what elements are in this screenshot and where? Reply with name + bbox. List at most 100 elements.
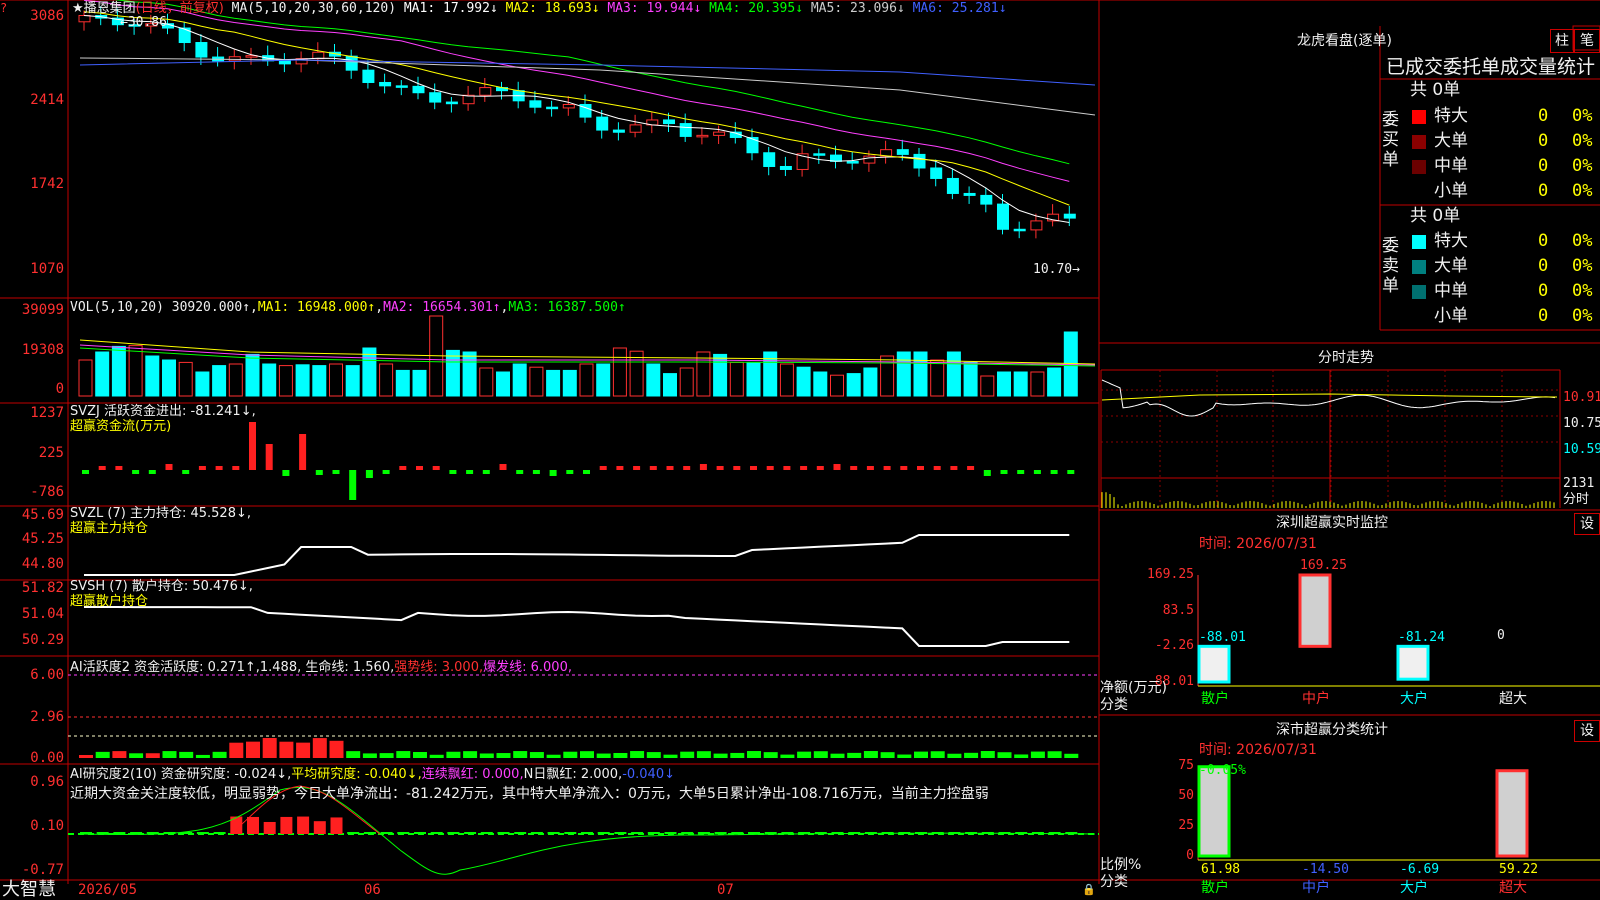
sz-stats-top-label: -0.05% — [1199, 763, 1246, 778]
svzj-bar — [733, 466, 741, 470]
candle-body — [763, 152, 776, 167]
volume-bar — [696, 351, 711, 397]
buy-name-0: 特大 — [1434, 106, 1468, 126]
candle-body — [713, 131, 726, 136]
svzj-bar — [766, 466, 774, 470]
svzj-bar — [967, 466, 975, 470]
sz-monitor-settings-button[interactable]: 设 — [1574, 513, 1600, 535]
svsh-sub: 超赢散户持仓 — [70, 594, 149, 609]
volume-bar — [546, 369, 561, 397]
vol-ma1: MA1: 16948.000↑ — [257, 300, 376, 315]
volume-bar — [128, 345, 143, 397]
ma-list: MA1: 17.992↓ MA2: 18.693↓ MA3: 19.944↓ M… — [404, 1, 1007, 16]
szm-bar-2 — [1396, 644, 1430, 681]
svzj-bar — [699, 464, 707, 470]
sell-value-3: 0 — [1538, 306, 1549, 326]
sz-stats-settings-button[interactable]: 设 — [1574, 720, 1600, 742]
tick-mode-button[interactable]: 笔 — [1574, 29, 1600, 53]
ai1-bar — [763, 752, 778, 758]
svzj-bar — [232, 466, 240, 470]
ai1-bar — [79, 755, 93, 758]
ai1-bar — [329, 740, 344, 758]
szs-cat-1: 中户 — [1302, 880, 1330, 896]
candle-body — [395, 85, 408, 88]
volume-bar — [445, 349, 460, 397]
volume-bar — [379, 363, 394, 397]
volume-bar — [78, 359, 93, 397]
volume-bar — [111, 345, 126, 397]
ai2-bar — [464, 832, 477, 834]
ai2-bar — [714, 832, 727, 834]
sell-value-1: 0 — [1538, 256, 1549, 276]
svzj-bar — [265, 444, 273, 470]
buy-swatch-1 — [1412, 135, 1426, 149]
ai1-bar — [446, 751, 461, 758]
ma-item-4: MA4: 20.395↓ — [701, 1, 804, 16]
ai1-bar — [847, 752, 862, 758]
szm-bar-1 — [1298, 573, 1332, 648]
lhb-tabs[interactable]: 已成交委托单成交量统计 — [1386, 56, 1595, 78]
lock-icon[interactable]: 🔒 — [1082, 882, 1096, 898]
ai2-bar — [213, 832, 226, 834]
svsh-axis-1: 51.04 — [21, 606, 64, 622]
low-note: 10.70→ — [1033, 262, 1080, 277]
volume-bar — [496, 371, 510, 397]
candle-body — [896, 149, 909, 155]
ai1-bar — [663, 754, 678, 758]
candle-body — [1063, 213, 1076, 219]
svzj-bar — [750, 466, 757, 470]
svsh-line — [84, 606, 1070, 647]
svzl-sub: 超赢主力持仓 — [70, 521, 149, 536]
ai1-bar — [463, 751, 478, 758]
ai1-bar — [880, 752, 895, 758]
buy-name-2: 中单 — [1434, 156, 1468, 176]
svzj-bar — [883, 466, 891, 470]
ai2-bar — [480, 832, 493, 834]
svzj-bar — [666, 466, 674, 470]
ai1-burst: 爆发线: 6.000, — [483, 660, 572, 675]
svzj-axis-1: 225 — [38, 445, 64, 461]
ai1-title: AI活跃度2 资金活跃度: 0.271↑,1.488, 生命线: 1.560, — [70, 660, 395, 675]
szs-cat-0: 散户 — [1201, 880, 1229, 896]
ai1-bar — [630, 751, 645, 758]
svzj-bar — [299, 434, 307, 470]
svzl-axis-0: 45.69 — [21, 507, 64, 523]
ai2-bar — [397, 832, 410, 834]
intraday-vol-label: 分时 — [1563, 492, 1590, 507]
svzj-bar — [549, 470, 557, 476]
candle-body — [479, 87, 492, 96]
buy-value-0: 0 — [1538, 106, 1549, 126]
sz-monitor-title: 深圳超赢实时监控 — [1276, 515, 1388, 531]
svzj-bar — [599, 466, 607, 470]
szs-axis-2: 25 — [1178, 818, 1194, 833]
volume-bar — [512, 363, 527, 397]
candle-body — [980, 194, 993, 205]
svzj-bar — [950, 466, 958, 470]
star-icon[interactable]: ★ — [72, 1, 84, 16]
ai1-axis-2: 0.00 — [30, 750, 64, 766]
ai1-bar — [312, 738, 327, 758]
svzj-bar — [432, 466, 440, 470]
ai1-bar — [596, 753, 611, 758]
ai1-bar — [813, 751, 828, 758]
volume-bar — [145, 355, 160, 397]
vol-axis-0: 39099 — [21, 302, 64, 318]
ai2-bar — [297, 816, 310, 834]
szs-value-0: 61.98 — [1201, 862, 1241, 877]
bar-mode-button[interactable]: 柱 — [1550, 29, 1574, 53]
volume-bar — [796, 366, 811, 397]
svzj-bar — [165, 464, 173, 470]
ai1-bar — [229, 742, 244, 758]
vol-ma2: MA2: 16654.301↑ — [383, 300, 501, 315]
ma-item-3: MA3: 19.944↓ — [599, 1, 702, 16]
ai1-axis-1: 2.96 — [30, 709, 64, 725]
szm-cat-0: 散户 — [1201, 691, 1229, 707]
szm-axis-0: 169.25 — [1147, 567, 1194, 582]
ai2-bar — [430, 832, 443, 834]
ai1-bar — [613, 752, 628, 758]
sz-stats-time: 时间: 2026/07/31 — [1199, 742, 1317, 758]
main-axis-2: 1742 — [30, 176, 64, 192]
buy-pct-0: 0% — [1572, 106, 1593, 126]
ma-item-2: MA2: 18.693↓ — [497, 1, 600, 16]
volume-bar — [412, 369, 427, 397]
